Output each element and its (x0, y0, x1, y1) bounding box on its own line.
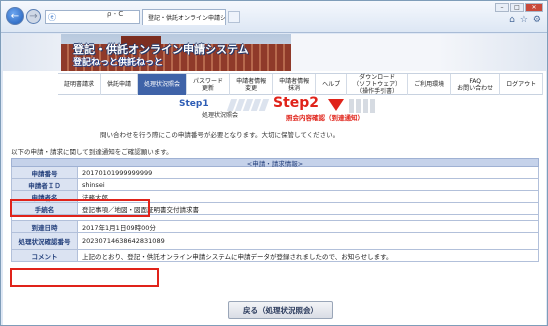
row-value: 20230714638642831089 (78, 233, 538, 249)
step2-label: Step2 (273, 95, 320, 111)
intro-text: 以下の申請・請求に関して到達通知をご確認願います。 (11, 148, 173, 156)
table-row: 申請番号 20170101999999999 (11, 167, 539, 179)
new-tab-button[interactable] (228, 11, 240, 23)
forward-arrow-icon[interactable]: → (26, 9, 41, 24)
menu-deposit-application[interactable]: 供託申請 (101, 74, 139, 95)
row-label: 処理状況確認番号 (12, 233, 78, 249)
notice-text: 問い合わせを行う際にこの申請番号が必要となります。大切に保管してください。 (100, 131, 340, 139)
back-to-status-inquiry-button[interactable]: 戻る（処理状況照会） (228, 301, 333, 319)
menu-environment[interactable]: ご利用環境 (408, 74, 452, 95)
browser-toolbar: ← → ⓔ ρ - C 登記・供託オンライン申請シス... × – □ ✕ ⌂ … (1, 1, 547, 33)
address-bar[interactable]: ⓔ (45, 10, 140, 24)
address-controls[interactable]: ρ - C (107, 10, 123, 18)
step1-label: Step1 (179, 99, 209, 109)
address-controls-text: ρ - C (107, 10, 124, 18)
ie-logo-icon: ⓔ (48, 12, 56, 22)
minimize-icon[interactable]: – (495, 3, 509, 12)
menu-status-inquiry[interactable]: 処理状況照会 (138, 74, 188, 95)
step-indicator: Step1 処理状況照会 Step2 照会内容確認（到達通知） (3, 95, 546, 124)
menu-applicant-change[interactable]: 申請者情報 変更 (230, 74, 274, 95)
site-banner: 登記・供託オンライン申請システム 登記ねっと供託ねっと (3, 34, 546, 71)
web-page: 登記・供託オンライン申請システム 登記ねっと供託ねっと 証明書請求 供託申請 処… (3, 34, 546, 325)
row-label: 申請番号 (12, 167, 78, 178)
step-remaining-bars (349, 99, 375, 113)
menu-help[interactable]: ヘルプ (316, 74, 348, 95)
row-value: shinsei (78, 179, 538, 190)
menu-applicant-delete[interactable]: 申請者情報 抹消 (273, 74, 317, 95)
table-row: 処理状況確認番号 20230714638642831089 (11, 233, 539, 250)
menu-download[interactable]: ダウンロード （ソフトウェア） （操作手引書） (347, 74, 409, 95)
settings-gear-icon[interactable]: ⚙ (533, 15, 541, 25)
table-row: 到達日時 2017年1月1日09時00分 (11, 221, 539, 233)
browser-tab[interactable]: 登記・供託オンライン申請シス... × (142, 9, 226, 25)
browser-window: ← → ⓔ ρ - C 登記・供託オンライン申請シス... × – □ ✕ ⌂ … (0, 0, 548, 326)
table-row: 申請者ＩＤ shinsei (11, 179, 539, 191)
window-controls: – □ ✕ (495, 3, 543, 12)
row-value: 20170101999999999 (78, 167, 538, 178)
row-label: 申請者ＩＤ (12, 179, 78, 190)
close-window-icon[interactable]: ✕ (525, 3, 543, 12)
menu-certificate-request[interactable]: 証明書請求 (58, 74, 102, 95)
home-icon[interactable]: ⌂ (509, 15, 515, 25)
step2-sublabel: 照会内容確認（到達通知） (286, 114, 364, 122)
favorites-star-icon[interactable]: ☆ (520, 15, 528, 25)
browser-tools: ⌂ ☆ ⚙ (509, 15, 541, 25)
table-header: <申請・請求情報> (11, 158, 539, 168)
step-progress-arrows (226, 99, 270, 111)
row-label: コメント (12, 250, 78, 261)
highlight-box-application-number (10, 199, 150, 217)
tab-title: 登記・供託オンライン申請シス... (148, 15, 226, 22)
menu-faq[interactable]: FAQ お問い合わせ (451, 74, 501, 95)
current-step-arrow-icon (328, 99, 344, 111)
row-value: 2017年1月1日09時00分 (78, 221, 538, 232)
row-label: 到達日時 (12, 221, 78, 232)
back-arrow-icon[interactable]: ← (6, 7, 24, 25)
row-value: 上記のとおり、登記・供託オンライン申請システムに申請データが登録されましたので、… (78, 250, 538, 261)
banner-subtitle: 登記ねっと供託ねっと (73, 58, 164, 68)
main-menu: 証明書請求 供託申請 処理状況照会 パスワード 更新 申請者情報 変更 申請者情… (58, 73, 544, 95)
menu-logout[interactable]: ログアウト (500, 74, 544, 95)
menu-password-update[interactable]: パスワード 更新 (187, 74, 231, 95)
table-row: コメント 上記のとおり、登記・供託オンライン申請システムに申請データが登録されま… (11, 250, 539, 262)
highlight-box-status-number (10, 268, 159, 287)
maximize-icon[interactable]: □ (510, 3, 524, 12)
step1-sublabel: 処理状況照会 (202, 112, 239, 119)
